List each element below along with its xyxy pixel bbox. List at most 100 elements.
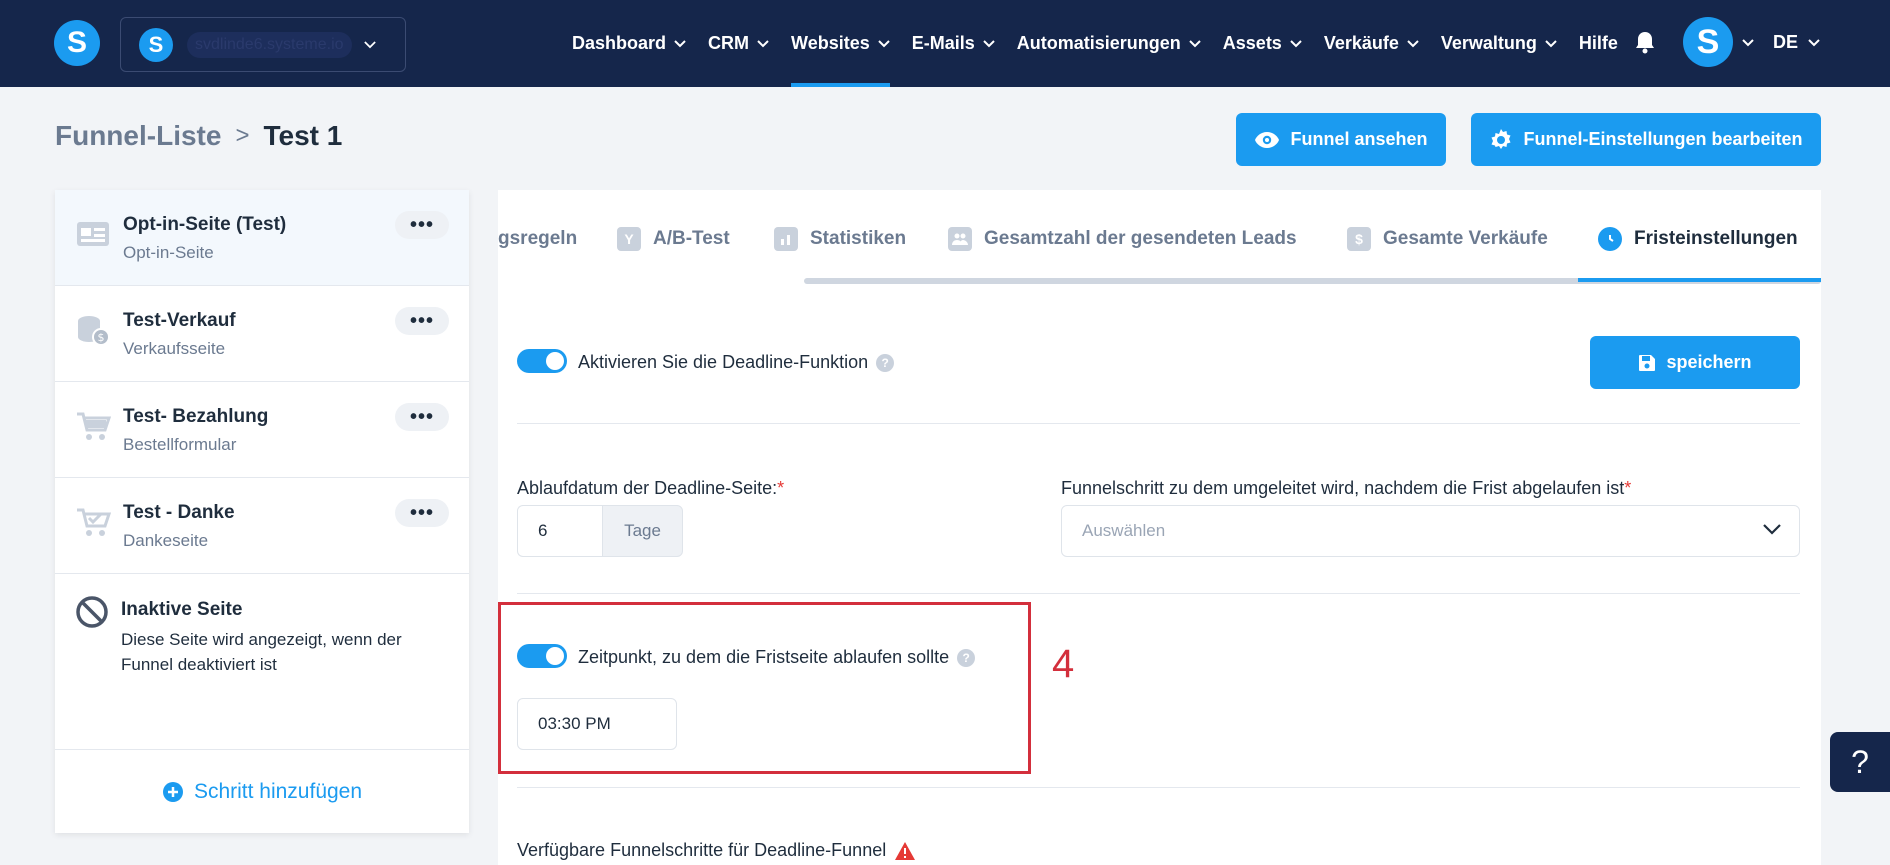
nav-label: E-Mails xyxy=(911,33,975,53)
tab-label: Gesamte Verkäufe xyxy=(1383,228,1548,249)
step-title: Test - Danke xyxy=(123,502,235,523)
tab-ab-test[interactable]: Y A/B-Test xyxy=(617,224,730,254)
chevron-down-icon xyxy=(983,39,995,47)
annotation-number: 4 xyxy=(1052,642,1075,686)
step-menu-button[interactable]: ••• xyxy=(395,499,449,527)
redirect-step-select[interactable]: Auswählen xyxy=(1061,505,1800,557)
step-type: Dankeseite xyxy=(123,531,209,550)
deadline-enable-toggle[interactable] xyxy=(517,349,567,373)
deadline-enable-label: Aktivieren Sie die Deadline-Funktion? xyxy=(578,352,895,373)
add-step-button[interactable]: Schritt hinzufügen xyxy=(55,750,469,833)
step-type: Opt-in-Seite xyxy=(123,243,214,262)
expiry-label: Ablaufdatum der Deadline-Seite:* xyxy=(517,478,784,499)
step-title: Test- Bezahlung xyxy=(123,406,269,427)
funnel-step[interactable]: $ Test-Verkauf Verkaufsseite ••• xyxy=(55,286,469,382)
nav-help[interactable]: Hilfe xyxy=(1579,0,1618,87)
page-title: Test 1 xyxy=(263,120,343,151)
domain-name: svdlinde6.systeme.io xyxy=(187,31,352,58)
nav-automations[interactable]: Automatisierungen xyxy=(1017,0,1201,87)
nav-dashboard[interactable]: Dashboard xyxy=(572,0,686,87)
tab-rules[interactable]: gsregeln xyxy=(498,224,577,254)
coins-icon: $ xyxy=(78,316,110,346)
funnel-step[interactable]: Test- Bezahlung Bestellformular ••• xyxy=(55,382,469,478)
nav-administration[interactable]: Verwaltung xyxy=(1441,0,1557,87)
edit-funnel-settings-button[interactable]: Funnel-Einstellungen bearbeiten xyxy=(1471,113,1821,166)
ab-test-icon: Y xyxy=(617,227,641,251)
nav-label: Assets xyxy=(1222,33,1282,53)
help-icon[interactable]: ? xyxy=(876,354,895,373)
deadline-enable-text: Aktivieren Sie die Deadline-Funktion xyxy=(578,352,869,372)
save-label: speichern xyxy=(1666,352,1752,372)
view-funnel-button[interactable]: Funnel ansehen xyxy=(1236,113,1446,166)
annotation-highlight-box xyxy=(498,602,1031,774)
nav-label: CRM xyxy=(708,33,750,53)
main-nav: Dashboard CRM Websites E-Mails Automatis… xyxy=(572,0,1640,87)
nav-websites[interactable]: Websites xyxy=(791,0,890,87)
step-menu-button[interactable]: ••• xyxy=(395,403,449,431)
deadline-settings-panel: gsregeln Y A/B-Test Statistiken Gesamtza… xyxy=(498,190,1821,865)
nav-label: Verwaltung xyxy=(1440,33,1537,53)
top-navbar: S S svdlinde6.systeme.io Dashboard CRM W… xyxy=(0,0,1890,87)
inactive-page[interactable]: Inaktive Seite Diese Seite wird angezeig… xyxy=(55,575,469,750)
nav-assets[interactable]: Assets xyxy=(1223,0,1302,87)
eye-icon xyxy=(1255,131,1280,148)
stats-icon xyxy=(774,227,798,251)
breadcrumb-funnel-list[interactable]: Funnel-Liste xyxy=(55,120,221,152)
available-steps-text: Verfügbare Funnelschritte für Deadline-F… xyxy=(517,840,887,860)
redirect-placeholder: Auswählen xyxy=(1082,521,1166,540)
chevron-down-icon xyxy=(1290,39,1302,47)
step-menu-button[interactable]: ••• xyxy=(395,211,449,239)
gear-icon xyxy=(1491,128,1511,149)
step-type: Bestellformular xyxy=(123,435,237,454)
tab-deadline-settings[interactable]: Fristeinstellungen xyxy=(1598,224,1798,254)
nav-sales[interactable]: Verkäufe xyxy=(1324,0,1419,87)
save-button[interactable]: speichern xyxy=(1590,336,1800,389)
required-mark: * xyxy=(777,478,785,498)
funnel-steps-sidebar: Opt-in-Seite (Test) Opt-in-Seite ••• $ T… xyxy=(55,190,469,833)
tab-statistics[interactable]: Statistiken xyxy=(774,224,906,254)
bell-icon[interactable] xyxy=(1634,30,1656,54)
domain-selector[interactable]: S svdlinde6.systeme.io xyxy=(120,17,406,72)
tab-label: gsregeln xyxy=(498,228,578,249)
chevron-down-icon xyxy=(1545,39,1557,47)
divider xyxy=(517,423,1800,424)
expiry-unit-addon: Tage xyxy=(602,505,683,557)
divider xyxy=(517,593,1800,594)
help-widget-button[interactable]: ? xyxy=(1830,732,1890,792)
step-menu-button[interactable]: ••• xyxy=(395,307,449,335)
funnel-step[interactable]: Opt-in-Seite (Test) Opt-in-Seite ••• xyxy=(55,190,469,286)
chevron-down-icon xyxy=(878,39,890,47)
chevron-down-icon xyxy=(674,39,686,47)
active-tab-indicator xyxy=(1578,278,1821,282)
floppy-disk-icon xyxy=(1639,354,1656,371)
prohibited-icon xyxy=(76,596,108,628)
required-mark: * xyxy=(1624,478,1632,498)
tab-total-sales[interactable]: $ Gesamte Verkäufe xyxy=(1347,224,1548,254)
chevron-down-icon xyxy=(363,40,376,48)
step-type: Verkaufsseite xyxy=(123,339,226,358)
available-steps-label: Verfügbare Funnelschritte für Deadline-F… xyxy=(517,840,916,861)
redirect-step-label: Funnelschritt zu dem umgeleitet wird, na… xyxy=(1061,478,1631,499)
users-icon xyxy=(948,227,972,251)
breadcrumb: Funnel-Liste > Test 1 xyxy=(55,120,342,152)
language-selector[interactable]: DE xyxy=(1773,32,1820,53)
expiry-days-input[interactable]: 6 xyxy=(517,505,602,557)
warning-icon xyxy=(895,842,916,861)
nav-crm[interactable]: CRM xyxy=(708,0,769,87)
step-title: Test-Verkauf xyxy=(123,310,236,331)
nav-emails[interactable]: E-Mails xyxy=(912,0,995,87)
funnel-tabs: gsregeln Y A/B-Test Statistiken Gesamtza… xyxy=(498,190,1821,286)
nav-label: Automatisierungen xyxy=(1016,33,1181,53)
funnel-step[interactable]: Test - Danke Dankeseite ••• xyxy=(55,478,469,574)
optin-page-icon xyxy=(77,222,109,246)
divider xyxy=(517,787,1800,788)
systeme-logo[interactable]: S xyxy=(54,20,100,66)
tab-total-leads[interactable]: Gesamtzahl der gesendeten Leads xyxy=(948,224,1297,254)
inactive-page-title: Inaktive Seite xyxy=(121,599,243,620)
chevron-down-icon[interactable] xyxy=(1742,39,1754,47)
cart-icon xyxy=(77,412,111,440)
cart-check-icon xyxy=(77,508,111,536)
avatar[interactable]: S xyxy=(1683,17,1733,67)
inactive-page-description: Diese Seite wird angezeigt, wenn der Fun… xyxy=(121,630,402,674)
expiry-label-text: Ablaufdatum der Deadline-Seite: xyxy=(517,478,778,498)
